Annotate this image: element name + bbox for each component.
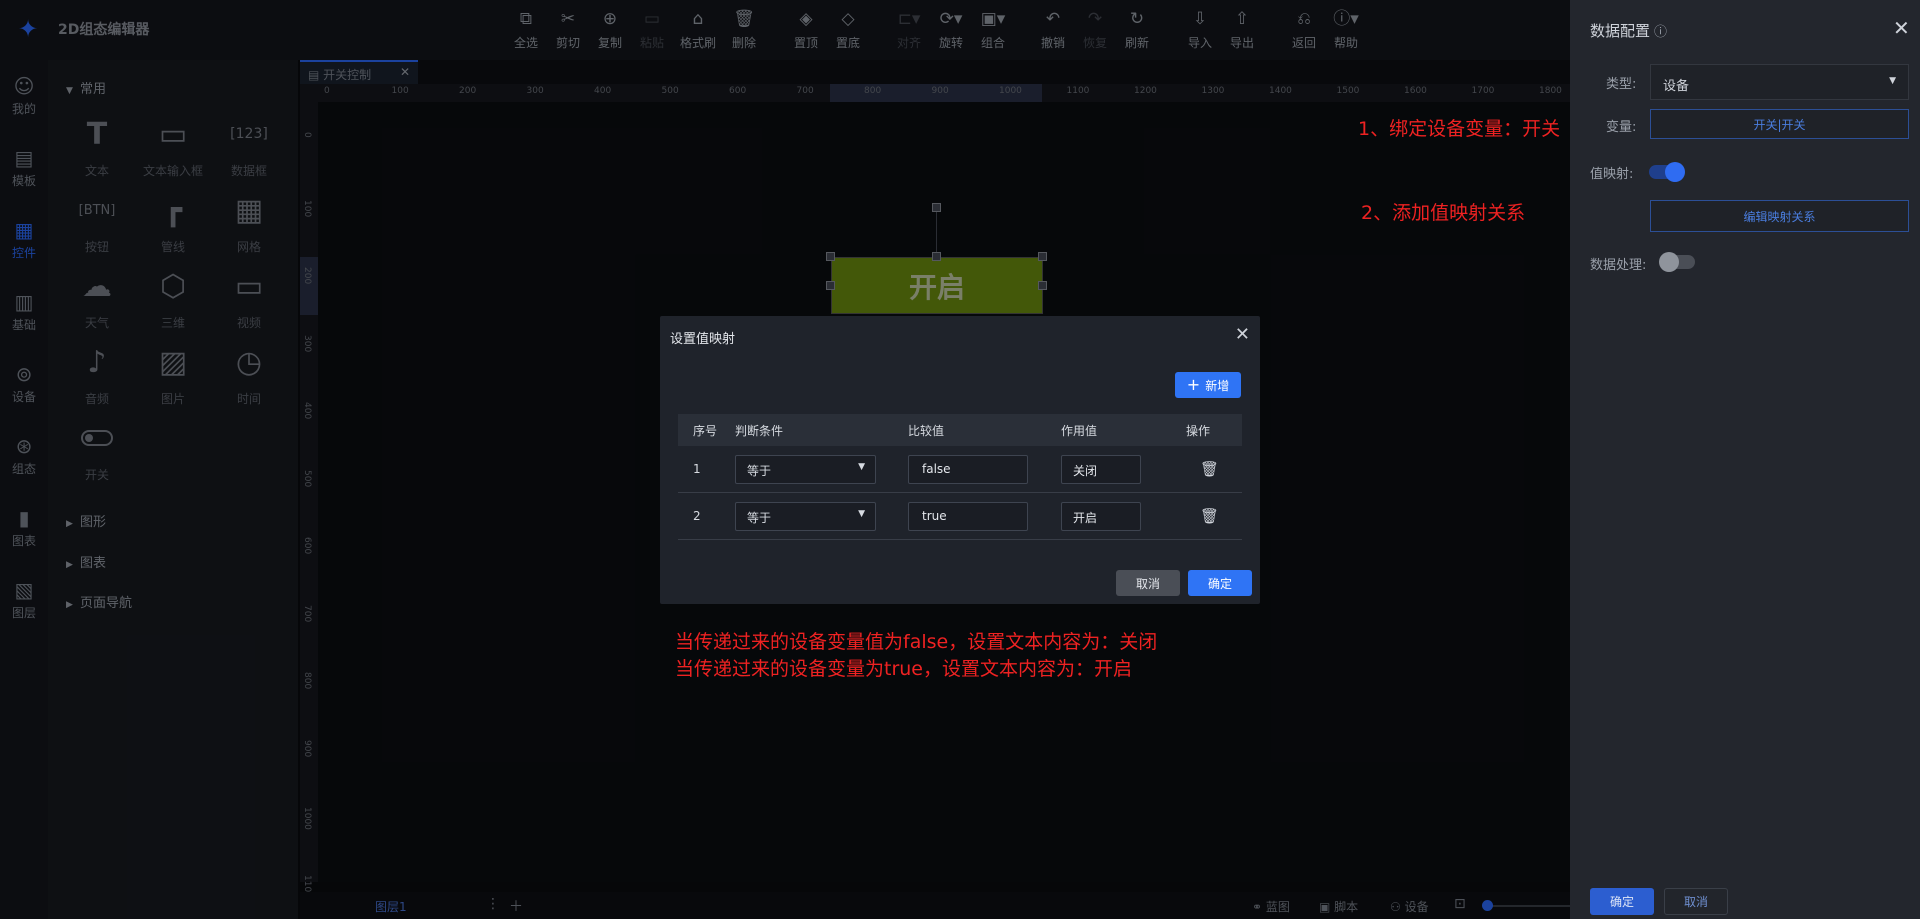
type-label: 类型: [1606, 77, 1637, 92]
panel-title: 数据配置 ⓘ [1590, 22, 1668, 40]
toggle-knob [1665, 162, 1685, 182]
variable-picker[interactable]: 开关|开关 [1650, 109, 1909, 139]
value-mapping-toggle[interactable] [1649, 162, 1685, 182]
edit-mapping-button[interactable]: 编辑映射关系 [1650, 200, 1909, 232]
dialog-ok-button[interactable]: 确定 [1188, 570, 1252, 596]
value-mapping-label: 值映射: [1590, 167, 1634, 182]
table-row: 1 等于 ▼ false 关闭 🗑 [678, 446, 1242, 493]
mapping-table: 序号 判断条件 比较值 作用值 操作 1 等于 ▼ false 关闭 🗑 2 等于… [678, 414, 1242, 540]
table-row: 2 等于 ▼ true 开启 🗑 [678, 493, 1242, 540]
table-header: 序号 判断条件 比较值 作用值 操作 [678, 414, 1242, 446]
caret-down-icon: ▼ [1889, 76, 1896, 86]
caret-down-icon: ▼ [858, 461, 865, 472]
type-select[interactable]: 设备 ▼ [1650, 64, 1909, 100]
panel-cancel-button[interactable]: 取消 [1664, 888, 1728, 915]
col-header-condition: 判断条件 [735, 423, 784, 438]
value-mapping-dialog: 设置值映射 ✕ + 新增 序号 判断条件 比较值 作用值 操作 1 等于 ▼ fal… [660, 316, 1260, 604]
toggle-knob [1659, 252, 1679, 272]
compare-value-input[interactable]: false [908, 454, 1028, 484]
panel-ok-button[interactable]: 确定 [1590, 888, 1654, 915]
caret-down-icon: ▼ [858, 508, 865, 519]
row-index: 1 [693, 462, 701, 476]
annotation-note-2: 当传递过来的设备变量为true，设置文本内容为：开启 [675, 658, 1132, 680]
dialog-cancel-button[interactable]: 取消 [1116, 570, 1180, 596]
row-index: 2 [693, 509, 701, 523]
add-mapping-button[interactable]: + 新增 [1175, 372, 1241, 398]
annotation-note-1: 当传递过来的设备变量值为false，设置文本内容为：关闭 [675, 631, 1158, 653]
col-header-index: 序号 [693, 423, 718, 438]
condition-select[interactable]: 等于 ▼ [735, 454, 876, 484]
data-processing-toggle[interactable] [1659, 252, 1695, 272]
annotation-step-2: 2、添加值映射关系 [1361, 202, 1526, 224]
col-header-action: 操作 [1186, 423, 1211, 438]
dialog-title: 设置值映射 [670, 332, 736, 347]
close-icon[interactable]: ✕ [1235, 324, 1250, 345]
trash-icon[interactable]: 🗑 [1186, 460, 1219, 478]
compare-value-input[interactable]: true [908, 501, 1028, 531]
data-config-panel: 数据配置 ⓘ ✕ 类型: 设备 ▼ 变量: 开关|开关 值映射: 编辑映射关系 数据… [1570, 0, 1920, 919]
data-processing-label: 数据处理: [1590, 258, 1647, 273]
close-icon[interactable]: ✕ [1893, 16, 1910, 40]
col-header-value: 作用值 [1061, 423, 1098, 438]
annotation-step-1: 1、绑定设备变量：开关 [1358, 118, 1561, 140]
result-value-input[interactable]: 开启 [1061, 501, 1141, 531]
info-icon[interactable]: ⓘ [1654, 25, 1667, 40]
trash-icon[interactable]: 🗑 [1186, 507, 1219, 525]
plus-icon: + [1186, 375, 1201, 394]
col-header-compare: 比较值 [908, 423, 945, 438]
variable-label: 变量: [1606, 120, 1637, 135]
result-value-input[interactable]: 关闭 [1061, 454, 1141, 484]
condition-select[interactable]: 等于 ▼ [735, 501, 876, 531]
